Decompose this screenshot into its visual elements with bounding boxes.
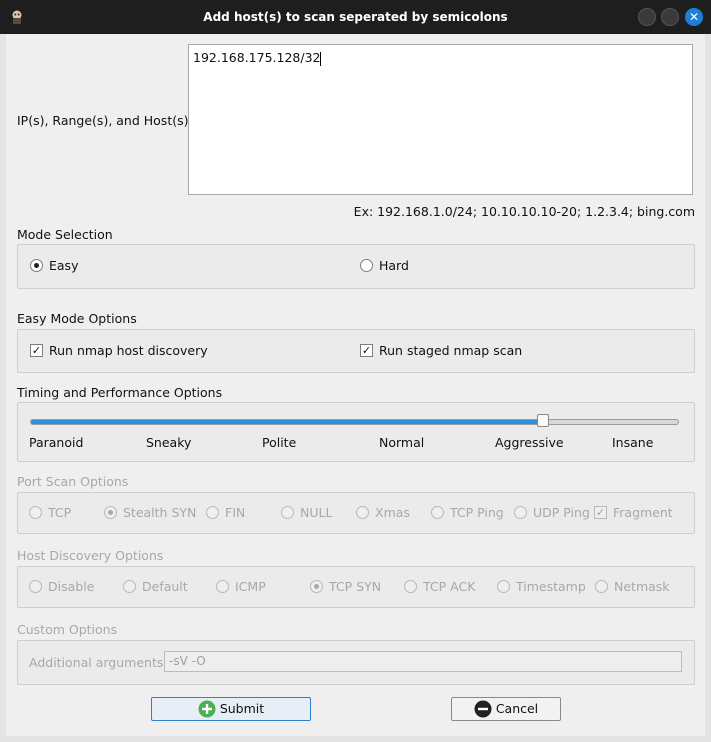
radio-easy[interactable]: Easy xyxy=(30,257,150,275)
timing-slider-handle[interactable] xyxy=(537,414,549,427)
radio-port-xmas-label: Xmas xyxy=(375,505,410,520)
radio-hd-tcp-ack-indicator xyxy=(404,580,417,593)
close-icon: ✕ xyxy=(688,10,700,24)
radio-port-stealth-syn-label: Stealth SYN xyxy=(123,505,197,520)
radio-port-stealth-syn[interactable]: Stealth SYN xyxy=(104,504,204,522)
radio-port-stealth-syn-indicator xyxy=(104,506,117,519)
radio-port-fin-label: FIN xyxy=(225,505,246,520)
radio-port-fin[interactable]: FIN xyxy=(206,504,266,522)
radio-hd-icmp-label: ICMP xyxy=(235,579,266,594)
radio-hd-netmask[interactable]: Netmask xyxy=(595,578,685,596)
radio-port-tcp-ping[interactable]: TCP Ping xyxy=(431,504,511,522)
radio-hd-default-indicator xyxy=(123,580,136,593)
radio-port-tcp-ping-indicator xyxy=(431,506,444,519)
custom-options-heading: Custom Options xyxy=(17,622,118,637)
checkbox-fragment[interactable]: ✓ Fragment xyxy=(594,504,684,522)
radio-port-null-indicator xyxy=(281,506,294,519)
timing-group xyxy=(17,402,695,462)
radio-port-udp-ping[interactable]: UDP Ping xyxy=(514,504,594,522)
radio-port-tcp-ping-label: TCP Ping xyxy=(450,505,504,520)
hosts-value: 192.168.175.128/32 xyxy=(193,50,321,65)
checkbox-host-discovery-label: Run nmap host discovery xyxy=(49,343,208,358)
radio-hd-timestamp-indicator xyxy=(497,580,510,593)
maximize-button[interactable] xyxy=(661,8,679,26)
radio-port-udp-ping-label: UDP Ping xyxy=(533,505,590,520)
checkbox-staged-scan-label: Run staged nmap scan xyxy=(379,343,523,358)
mode-group: Easy Hard xyxy=(17,244,695,289)
mode-heading: Mode Selection xyxy=(17,227,113,242)
radio-port-tcp-label: TCP xyxy=(48,505,72,520)
radio-hd-tcp-ack-label: TCP ACK xyxy=(423,579,476,594)
timing-slider-track[interactable] xyxy=(30,419,679,425)
radio-hd-disable-label: Disable xyxy=(48,579,95,594)
hosts-example: Ex: 192.168.1.0/24; 10.10.10.10-20; 1.2.… xyxy=(353,204,695,219)
radio-port-tcp[interactable]: TCP xyxy=(29,504,89,522)
checkbox-fragment-box: ✓ xyxy=(594,506,607,519)
dialog-content: IP(s), Range(s), and Host(s) 192.168.175… xyxy=(6,34,705,736)
easy-options-heading: Easy Mode Options xyxy=(17,311,137,326)
timing-level-polite: Polite xyxy=(262,435,297,450)
radio-hd-tcp-syn-indicator xyxy=(310,580,323,593)
radio-port-xmas[interactable]: Xmas xyxy=(356,504,416,522)
add-icon xyxy=(198,700,216,717)
radio-hd-disable[interactable]: Disable xyxy=(29,578,109,596)
radio-hd-disable-indicator xyxy=(29,580,42,593)
minimize-button[interactable] xyxy=(638,8,656,26)
submit-label: Submit xyxy=(219,701,265,716)
radio-hd-tcp-syn-label: TCP SYN xyxy=(329,579,382,594)
radio-port-udp-ping-indicator xyxy=(514,506,527,519)
timing-level-paranoid: Paranoid xyxy=(29,435,84,450)
timing-level-sneaky: Sneaky xyxy=(146,435,192,450)
radio-hd-timestamp-label: Timestamp xyxy=(516,579,586,594)
radio-hd-netmask-label: Netmask xyxy=(614,579,670,594)
radio-hard[interactable]: Hard xyxy=(360,257,480,275)
checkbox-host-discovery[interactable]: ✓ Run nmap host discovery xyxy=(30,342,250,360)
radio-hd-tcp-syn[interactable]: TCP SYN xyxy=(310,578,390,596)
cancel-label: Cancel xyxy=(495,701,539,716)
additional-arguments-label: Additional arguments xyxy=(29,655,164,670)
hosts-label: IP(s), Range(s), and Host(s) xyxy=(17,113,189,128)
radio-hd-default[interactable]: Default xyxy=(123,578,203,596)
cancel-icon xyxy=(474,700,492,717)
radio-port-xmas-indicator xyxy=(356,506,369,519)
radio-hd-netmask-indicator xyxy=(595,580,608,593)
radio-hd-icmp[interactable]: ICMP xyxy=(216,578,286,596)
radio-hd-timestamp[interactable]: Timestamp xyxy=(497,578,587,596)
radio-port-fin-indicator xyxy=(206,506,219,519)
radio-easy-indicator xyxy=(30,259,43,272)
checkbox-staged-scan-box: ✓ xyxy=(360,344,373,357)
cancel-button[interactable]: Cancel xyxy=(451,697,561,721)
host-discovery-heading: Host Discovery Options xyxy=(17,548,164,563)
hosts-textarea[interactable]: 192.168.175.128/32 xyxy=(188,44,693,195)
radio-easy-label: Easy xyxy=(49,258,79,273)
radio-hd-default-label: Default xyxy=(142,579,188,594)
timing-level-normal: Normal xyxy=(379,435,425,450)
checkbox-fragment-label: Fragment xyxy=(613,505,673,520)
radio-port-null-label: NULL xyxy=(300,505,333,520)
radio-port-null[interactable]: NULL xyxy=(281,504,341,522)
additional-arguments-input[interactable]: -sV -O xyxy=(164,651,682,672)
dialog-window: Add host(s) to scan seperated by semicol… xyxy=(0,0,711,742)
checkbox-staged-scan[interactable]: ✓ Run staged nmap scan xyxy=(360,342,580,360)
timing-level-aggressive: Aggressive xyxy=(495,435,564,450)
close-button[interactable]: ✕ xyxy=(685,8,703,26)
timing-heading: Timing and Performance Options xyxy=(17,385,223,400)
checkbox-host-discovery-box: ✓ xyxy=(30,344,43,357)
text-caret xyxy=(320,51,322,66)
window-title: Add host(s) to scan seperated by semicol… xyxy=(203,10,508,24)
port-scan-heading: Port Scan Options xyxy=(17,474,129,489)
radio-hd-tcp-ack[interactable]: TCP ACK xyxy=(404,578,484,596)
timing-level-insane: Insane xyxy=(612,435,654,450)
radio-port-tcp-indicator xyxy=(29,506,42,519)
title-bar: Add host(s) to scan seperated by semicol… xyxy=(0,0,711,34)
radio-hd-icmp-indicator xyxy=(216,580,229,593)
easy-options-group: ✓ Run nmap host discovery ✓ Run staged n… xyxy=(17,329,695,373)
radio-hard-indicator xyxy=(360,259,373,272)
timing-slider-fill xyxy=(31,420,544,424)
submit-button[interactable]: Submit xyxy=(151,697,311,721)
radio-hard-label: Hard xyxy=(379,258,409,273)
